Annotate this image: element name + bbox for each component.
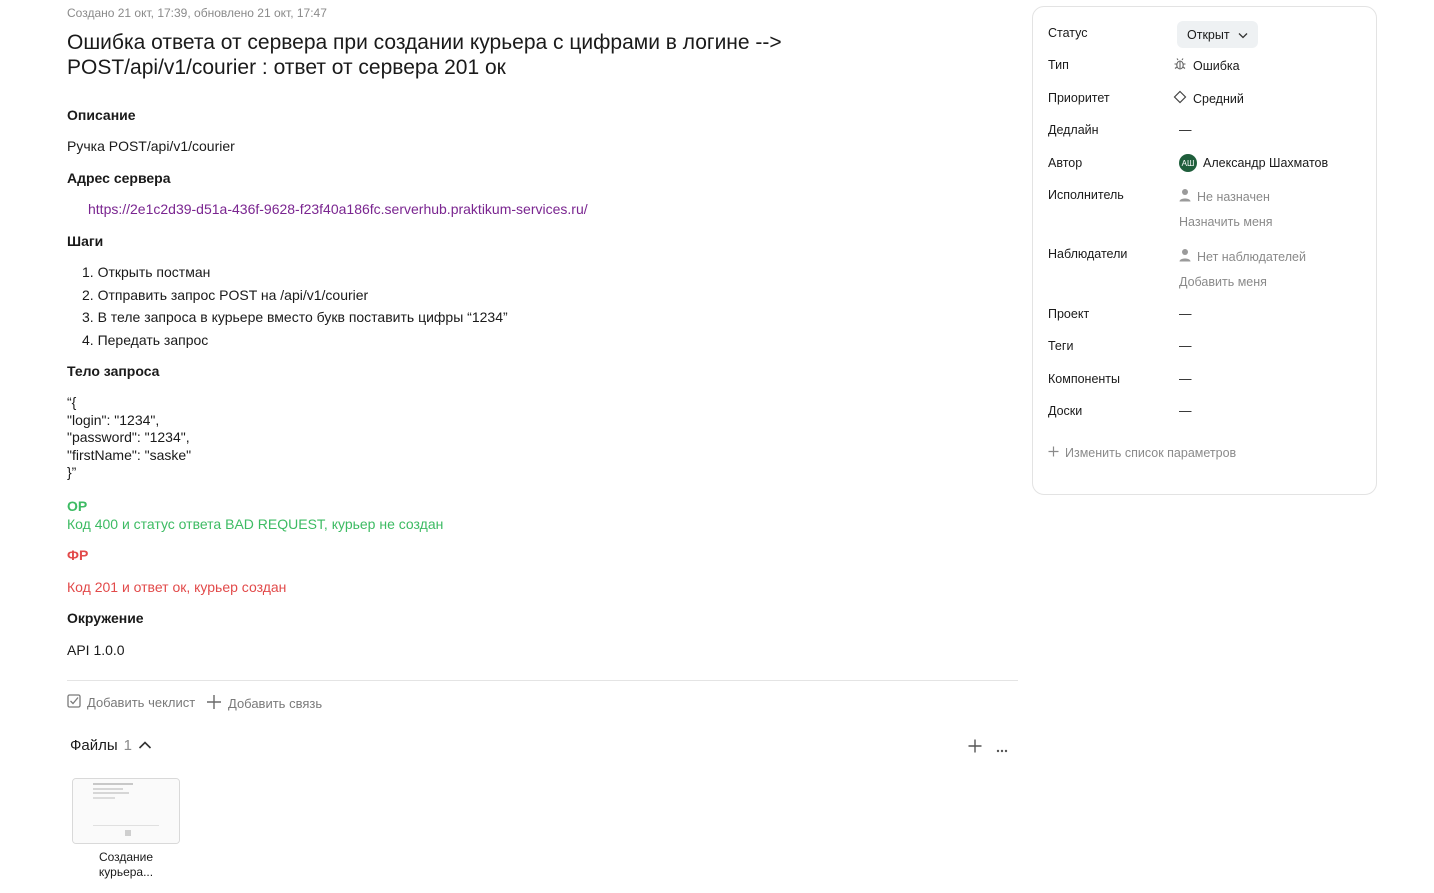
more-icon[interactable] — [996, 737, 1008, 758]
tags-label: Теги — [1048, 339, 1074, 353]
body-line: "firstName": "saske" — [67, 446, 192, 463]
bug-icon — [1173, 57, 1187, 74]
deadline-value[interactable]: — — [1179, 123, 1192, 137]
author-label: Автор — [1048, 156, 1083, 170]
add-checklist-label: Добавить чеклист — [87, 695, 196, 710]
assign-me-link[interactable]: Назначить меня — [1179, 215, 1273, 229]
components-value[interactable]: — — [1179, 372, 1192, 386]
status-label: Статус — [1048, 26, 1088, 40]
assignee-label: Исполнитель — [1048, 188, 1124, 202]
diamond-icon — [1173, 90, 1187, 107]
files-toolbar — [968, 737, 1008, 758]
followers-value: Нет наблюдателей — [1197, 249, 1306, 264]
type-label: Тип — [1048, 58, 1069, 72]
body-line: "login": "1234", — [67, 411, 160, 428]
body-line: “{ — [67, 394, 77, 410]
files-heading: Файлы — [70, 737, 118, 754]
step-item: 1. Открыть постман — [82, 264, 211, 280]
file-preview-image — [73, 779, 179, 843]
file-thumbnail[interactable] — [72, 778, 180, 844]
user-icon — [1179, 188, 1191, 205]
boards-value[interactable]: — — [1179, 404, 1192, 418]
steps-heading: Шаги — [67, 233, 104, 249]
deadline-label: Дедлайн — [1048, 123, 1099, 137]
followers-value-field[interactable]: Нет наблюдателей — [1179, 248, 1306, 265]
actual-text: Код 201 и ответ ок, курьер создан — [67, 579, 287, 595]
author-value-field[interactable]: АШ Александр Шахматов — [1179, 154, 1328, 172]
components-label: Компоненты — [1048, 372, 1121, 386]
expected-text: Код 400 и статус ответа BAD REQUEST, кур… — [67, 516, 444, 532]
assignee-value-field[interactable]: Не назначен — [1179, 188, 1270, 205]
project-value[interactable]: — — [1179, 307, 1192, 321]
issue-title[interactable]: Ошибка ответа от сервера при создании ку… — [67, 30, 967, 80]
step-item: 4. Передать запрос — [82, 332, 209, 349]
priority-label: Приоритет — [1048, 91, 1110, 105]
status-dropdown[interactable]: Открыт — [1177, 21, 1258, 48]
issue-meta: Создано 21 окт, 17:39, обновлено 21 окт,… — [67, 6, 327, 20]
change-params-label: Изменить список параметров — [1065, 446, 1237, 460]
environment-heading: Окружение — [67, 610, 144, 626]
project-label: Проект — [1048, 307, 1090, 321]
description-heading: Описание — [67, 107, 136, 123]
checkbox-icon — [67, 694, 81, 711]
add-checklist-button[interactable]: Добавить чеклист — [67, 694, 195, 711]
followers-label: Наблюдатели — [1048, 247, 1128, 261]
priority-value: Средний — [1193, 91, 1244, 106]
file-caption[interactable]: Создание курьера... — [72, 850, 180, 880]
files-header[interactable]: Файлы 1 — [70, 737, 152, 754]
server-url-link[interactable]: https://2e1c2d39-d51a-436f-9628-f23f40a1… — [88, 201, 588, 217]
add-me-link[interactable]: Добавить меня — [1179, 275, 1267, 289]
expected-label: ОР — [67, 498, 88, 514]
tags-value[interactable]: — — [1179, 339, 1192, 353]
issue-properties-panel: Статус Открыт Тип Ошибка Приоритет Средн… — [1032, 6, 1377, 495]
step-item: 2. Отправить запрос POST на /api/v1/cour… — [82, 286, 369, 303]
chevron-down-icon — [1238, 28, 1248, 42]
environment-text: API 1.0.0 — [67, 642, 125, 658]
plus-icon — [206, 694, 222, 713]
change-params-button[interactable]: Изменить список параметров — [1048, 446, 1236, 460]
user-icon — [1179, 248, 1191, 265]
files-count: 1 — [123, 737, 133, 754]
assignee-value: Не назначен — [1197, 189, 1270, 204]
description-text: Ручка POST/api/v1/courier — [67, 138, 235, 154]
status-value: Открыт — [1187, 27, 1230, 42]
steps-list: 1. Открыть постман 2. Отправить запрос P… — [82, 263, 508, 354]
plus-icon — [1048, 446, 1059, 460]
add-link-button[interactable]: Добавить связь — [206, 694, 322, 713]
body-line: }” — [67, 464, 77, 480]
priority-value-field[interactable]: Средний — [1173, 90, 1244, 107]
request-body: “{"login": "1234", "password": "1234", "fi… — [67, 394, 191, 482]
chevron-up-icon[interactable] — [138, 737, 152, 754]
add-file-icon[interactable] — [968, 737, 982, 758]
step-item: 3. В теле запроса в курьере вместо букв … — [82, 309, 508, 326]
type-value: Ошибка — [1193, 58, 1240, 73]
server-heading: Адрес сервера — [67, 170, 171, 186]
add-link-label: Добавить связь — [228, 696, 323, 711]
actual-label: ФР — [67, 547, 89, 563]
author-value: Александр Шахматов — [1203, 156, 1329, 170]
avatar: АШ — [1179, 154, 1197, 172]
body-heading: Тело запроса — [67, 363, 160, 379]
boards-label: Доски — [1048, 404, 1083, 418]
body-line: "password": "1234", — [67, 429, 190, 445]
divider — [67, 680, 1018, 681]
type-value-field[interactable]: Ошибка — [1173, 57, 1240, 74]
